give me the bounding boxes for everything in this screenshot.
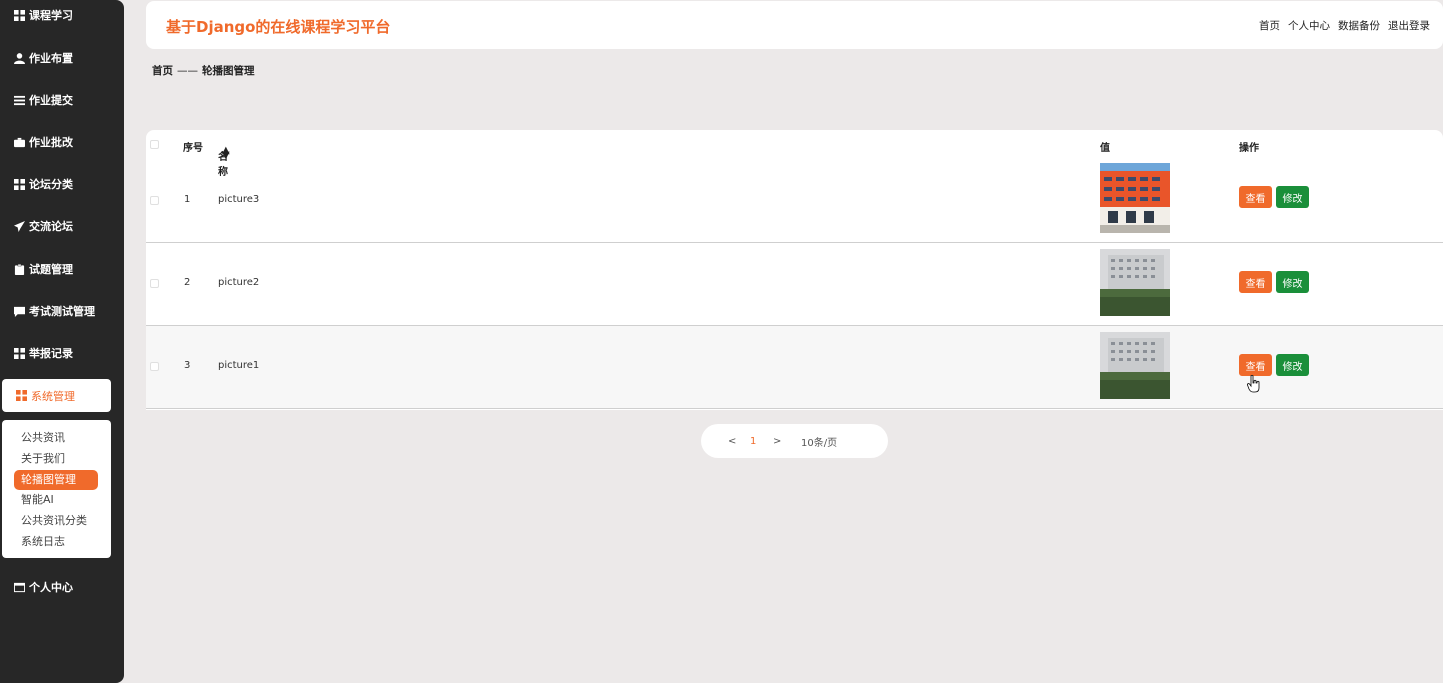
sidebar-item-report-records[interactable]: 举报记录: [0, 335, 124, 371]
page-number-1[interactable]: 1: [750, 436, 756, 447]
nav-personal-center-link[interactable]: 个人中心: [1288, 18, 1330, 33]
edit-button[interactable]: 修改: [1276, 186, 1309, 208]
row-name: picture2: [218, 277, 260, 288]
header-nav: 首页 个人中心 数据备份 退出登录: [1259, 18, 1430, 33]
row-name: picture3: [218, 194, 260, 205]
row-image-thumbnail[interactable]: [1100, 249, 1170, 316]
submenu-item-public-news[interactable]: 公共资讯: [2, 428, 111, 449]
col-actions-header: 操作: [1239, 143, 1259, 154]
submenu-item-news-category[interactable]: 公共资讯分类: [2, 511, 111, 532]
page-size-select[interactable]: 10条/页: [801, 434, 837, 449]
submenu-item-smart-ai[interactable]: 智能AI: [2, 490, 111, 511]
row-checkbox[interactable]: [150, 279, 159, 288]
row-checkbox[interactable]: [150, 196, 159, 205]
carousel-table: 序号 名称 ▲ ▼ 值 操作 1 picture3 查看 修改 2 pictur…: [146, 130, 1443, 410]
prev-page-button[interactable]: <: [728, 436, 736, 447]
row-checkbox[interactable]: [150, 362, 159, 371]
sidebar-item-question-manage[interactable]: 试题管理: [0, 251, 124, 287]
sidebar-item-course-study[interactable]: 课程学习: [0, 0, 124, 33]
col-index-header: 序号: [183, 143, 203, 154]
grid-icon: [13, 178, 25, 190]
sort-icon[interactable]: ▲ ▼: [222, 146, 230, 161]
sidebar-item-homework-grade[interactable]: 作业批改: [0, 124, 124, 160]
app-title: 基于Django的在线课程学习平台: [166, 18, 391, 36]
pagination: < 1 > 10条/页: [701, 424, 888, 458]
row-image-thumbnail[interactable]: [1100, 163, 1170, 233]
breadcrumb-current: 轮播图管理: [202, 65, 255, 77]
system-submenu: 公共资讯 关于我们 轮播图管理 智能AI 公共资讯分类 系统日志: [2, 420, 111, 558]
view-button[interactable]: 查看: [1239, 186, 1272, 208]
table-row: 1 picture3 查看 修改: [146, 160, 1443, 243]
edit-button[interactable]: 修改: [1276, 354, 1309, 376]
sidebar-item-label: 作业布置: [29, 52, 73, 65]
edit-button[interactable]: 修改: [1276, 271, 1309, 293]
col-value-header: 值: [1100, 143, 1110, 154]
select-all-checkbox[interactable]: [150, 140, 159, 149]
sidebar-item-label: 论坛分类: [29, 178, 73, 191]
briefcase-icon: [13, 136, 25, 148]
grid-icon: [13, 347, 25, 359]
table-header: 序号 名称 ▲ ▼ 值 操作: [146, 130, 1443, 178]
hand-pointer-cursor-icon: [1247, 374, 1261, 396]
view-button[interactable]: 查看: [1239, 271, 1272, 293]
sidebar-item-label: 交流论坛: [29, 220, 73, 233]
top-header: 基于Django的在线课程学习平台 首页 个人中心 数据备份 退出登录: [146, 1, 1443, 49]
nav-data-backup-link[interactable]: 数据备份: [1338, 18, 1380, 33]
sidebar-item-forum-category[interactable]: 论坛分类: [0, 166, 124, 202]
submenu-item-system-log[interactable]: 系统日志: [2, 532, 111, 553]
table-row: 2 picture2 查看 修改: [146, 243, 1443, 326]
sidebar-item-label: 系统管理: [31, 389, 75, 403]
sidebar-item-exam-manage[interactable]: 考试测试管理: [0, 293, 124, 329]
submenu-item-carousel-manage[interactable]: 轮播图管理: [14, 469, 98, 491]
view-button[interactable]: 查看: [1239, 354, 1272, 376]
row-index: 2: [184, 277, 191, 288]
sidebar: 课程学习 作业布置 作业提交 作业批改 论坛分类 交流论坛 试题管理 考试测试管…: [0, 0, 124, 683]
row-name: picture1: [218, 360, 260, 371]
grid-icon: [13, 9, 25, 21]
sidebar-item-homework-assign[interactable]: 作业布置: [0, 40, 124, 76]
sidebar-item-label: 个人中心: [29, 581, 73, 594]
row-index: 3: [184, 360, 191, 371]
sidebar-item-forum[interactable]: 交流论坛: [0, 208, 124, 244]
submenu-item-about-us[interactable]: 关于我们: [2, 449, 111, 470]
comment-icon: [13, 305, 25, 317]
calendar-icon: [13, 581, 25, 593]
row-image-thumbnail[interactable]: [1100, 332, 1170, 399]
user-icon: [13, 52, 25, 64]
row-index: 1: [184, 194, 191, 205]
breadcrumb-separator: ——: [177, 65, 198, 77]
list-icon: [13, 94, 25, 106]
grid-icon: [15, 390, 27, 402]
sidebar-item-system-manage[interactable]: 系统管理: [2, 379, 111, 412]
sidebar-item-label: 试题管理: [29, 263, 73, 276]
nav-home-link[interactable]: 首页: [1259, 18, 1280, 33]
sidebar-item-label: 作业提交: [29, 94, 73, 107]
clipboard-icon: [13, 263, 25, 275]
sidebar-item-label: 举报记录: [29, 347, 73, 360]
sidebar-item-homework-submit[interactable]: 作业提交: [0, 82, 124, 118]
next-page-button[interactable]: >: [773, 436, 781, 447]
sidebar-item-label: 课程学习: [29, 9, 73, 22]
breadcrumb-home[interactable]: 首页: [152, 65, 173, 77]
table-row: 3 picture1 查看 修改: [146, 326, 1443, 409]
nav-logout-link[interactable]: 退出登录: [1388, 18, 1430, 33]
breadcrumb: 首页 —— 轮播图管理: [152, 63, 255, 78]
send-icon: [13, 220, 25, 232]
sidebar-item-personal-center[interactable]: 个人中心: [0, 569, 124, 605]
sidebar-item-label: 考试测试管理: [29, 305, 95, 318]
sidebar-item-label: 作业批改: [29, 136, 73, 149]
